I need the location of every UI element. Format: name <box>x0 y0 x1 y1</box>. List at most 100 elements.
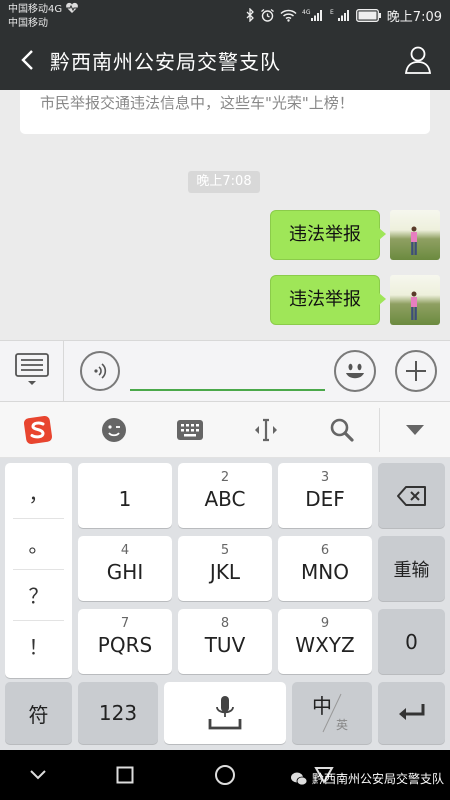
text-cursor-icon <box>255 418 277 442</box>
square-icon <box>116 766 134 784</box>
account-profile-button[interactable] <box>402 43 434 77</box>
key-8-tuv[interactable]: 8 TUV <box>178 609 272 674</box>
backspace-key[interactable] <box>378 463 445 528</box>
key-number: 2 <box>220 470 230 485</box>
enter-key[interactable] <box>378 682 445 744</box>
key-number: 3 <box>320 470 330 485</box>
carrier-info: 中国移动4G 中国移动 <box>8 2 79 30</box>
avatar[interactable] <box>390 275 440 325</box>
alarm-icon <box>260 8 275 23</box>
symbol-key-label: 符 <box>28 702 49 727</box>
reenter-key[interactable]: 重输 <box>378 536 445 601</box>
back-arrow-icon <box>21 50 33 70</box>
chat-input-bar <box>0 340 450 402</box>
microphone-icon <box>164 682 286 744</box>
key-number: 4 <box>120 543 130 558</box>
ime-search-button[interactable] <box>322 410 362 450</box>
hide-keyboard-button[interactable] <box>395 410 435 450</box>
article-card[interactable]: 市民举报交通违法信息中，这些车"光荣"上榜！ <box>20 90 430 134</box>
lang-en: 英 <box>336 718 349 732</box>
plus-icon <box>406 361 426 381</box>
key-label: 0 <box>405 629 418 654</box>
message-timestamp: 晚上7:08 <box>188 171 260 193</box>
key-2-abc[interactable]: 2 ABC <box>178 463 272 528</box>
avatar-figure <box>411 226 417 255</box>
title-bar: 黔西南州公安局交警支队 <box>0 30 450 90</box>
key-7-pqrs[interactable]: 7 PQRS <box>78 609 172 674</box>
carrier-line-2: 中国移动 <box>8 18 48 29</box>
symbol-key-exclamation[interactable]: ！ <box>5 620 72 670</box>
sogou-logo-icon <box>23 415 53 445</box>
key-label: MNO <box>301 560 349 584</box>
cursor-edit-button[interactable] <box>246 410 286 450</box>
article-title: 市民举报交通违法信息中，这些车"光荣"上榜！ <box>40 94 354 112</box>
triangle-down-icon <box>406 425 424 435</box>
nav-recents-button[interactable] <box>112 762 138 788</box>
nav-collapse-button[interactable] <box>25 762 51 788</box>
key-label: JKL <box>209 560 241 584</box>
page-title: 黔西南州公安局交警支队 <box>50 50 281 74</box>
person-icon <box>404 46 432 74</box>
smiley-icon <box>346 363 364 379</box>
wink-face-icon <box>102 418 126 442</box>
message-text-input[interactable] <box>130 353 325 389</box>
ime-toolbar <box>0 402 450 458</box>
nav-home-button[interactable] <box>212 762 238 788</box>
sogou-logo-button[interactable] <box>18 410 58 450</box>
system-navigation-bar: 黔西南州公安局交警支队 <box>0 750 450 800</box>
language-switch-label: 中 英 <box>292 682 372 744</box>
menu-list-icon <box>14 353 49 385</box>
key-number: 7 <box>120 616 130 631</box>
key-1[interactable]: 1 <box>78 463 172 528</box>
symbol-key[interactable]: 符 <box>5 682 72 744</box>
key-number: 5 <box>220 543 230 558</box>
enter-icon <box>378 682 445 744</box>
wifi-icon <box>280 9 297 22</box>
key-label: DEF <box>305 487 345 511</box>
reenter-label: 重输 <box>393 559 430 581</box>
chevron-down-icon <box>30 770 46 780</box>
menu-switch-button[interactable] <box>0 341 64 401</box>
svg-text:4G: 4G <box>302 9 311 16</box>
key-label: TUV <box>204 633 246 657</box>
numeric-mode-key[interactable]: 123 <box>78 682 158 744</box>
symbol-key-comma[interactable]: ， <box>5 467 72 517</box>
ime-divider <box>379 408 380 452</box>
keyboard-layout-button[interactable] <box>170 410 210 450</box>
key-label: GHI <box>106 560 144 584</box>
key-5-jkl[interactable]: 5 JKL <box>178 536 272 601</box>
heart-rate-icon <box>65 2 79 18</box>
key-4-ghi[interactable]: 4 GHI <box>78 536 172 601</box>
input-underline <box>130 389 325 391</box>
search-icon <box>330 418 354 442</box>
space-voice-key[interactable] <box>164 682 286 744</box>
bluetooth-icon <box>245 8 255 22</box>
key-number: 6 <box>320 543 330 558</box>
language-switch-key[interactable]: 中 英 <box>292 682 372 744</box>
key-6-mno[interactable]: 6 MNO <box>278 536 372 601</box>
ime-emoji-button[interactable] <box>94 410 134 450</box>
signal-4g-icon: 4G <box>302 8 324 22</box>
chat-area[interactable]: 市民举报交通违法信息中，这些车"光荣"上榜！ 晚上7:08 违法举报 违法举报 <box>0 90 450 340</box>
keyboard-icon <box>177 420 203 440</box>
key-9-wxyz[interactable]: 9 WXYZ <box>278 609 372 674</box>
status-bar: 中国移动4G 中国移动 4G E 晚上7:09 <box>0 0 450 30</box>
message-bubble[interactable]: 违法举报 <box>270 275 386 325</box>
symbol-key-period[interactable]: 。 <box>5 518 72 568</box>
carrier-line-1: 中国移动4G <box>8 4 63 15</box>
watermark-text: 黔西南州公安局交警支队 <box>312 772 445 786</box>
message-bubble[interactable]: 违法举报 <box>270 210 386 260</box>
key-0[interactable]: 0 <box>378 609 445 674</box>
voice-input-button[interactable] <box>80 351 120 391</box>
voice-icon <box>94 363 107 379</box>
svg-text:E: E <box>330 9 334 16</box>
symbol-key-question[interactable]: ？ <box>5 569 72 619</box>
key-label: ABC <box>204 487 246 511</box>
emoji-button[interactable] <box>334 350 376 392</box>
key-3-def[interactable]: 3 DEF <box>278 463 372 528</box>
back-button[interactable] <box>10 42 44 78</box>
avatar[interactable] <box>390 210 440 260</box>
key-label: PQRS <box>97 633 153 657</box>
more-features-button[interactable] <box>395 350 437 392</box>
status-icons: 4G E 晚上7:09 <box>245 5 442 25</box>
